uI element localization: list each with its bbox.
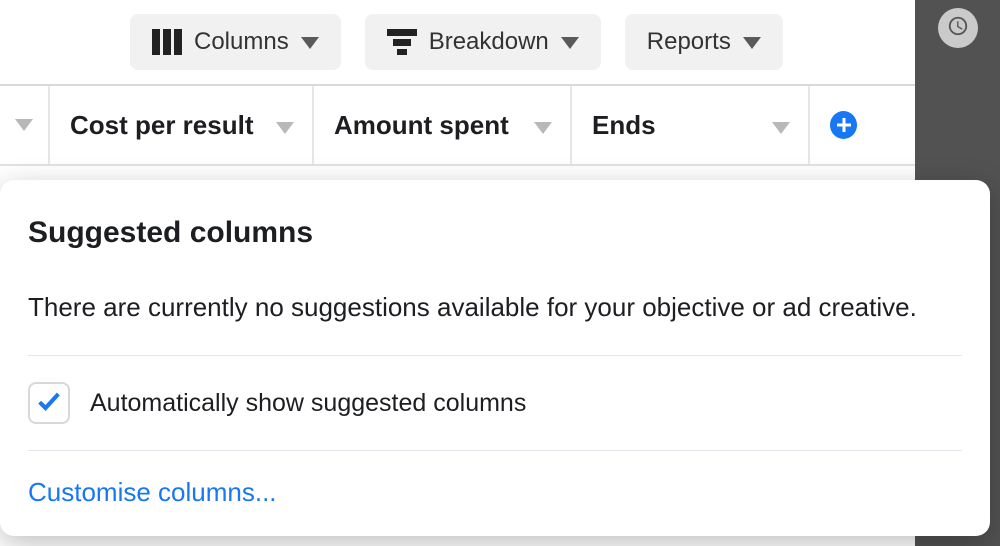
- plus-icon: [830, 111, 857, 139]
- chevron-down-icon[interactable]: [772, 110, 790, 141]
- suggested-columns-popover: Suggested columns There are currently no…: [0, 180, 990, 536]
- chevron-down-icon: [743, 28, 761, 56]
- chevron-down-icon: [561, 28, 579, 56]
- activity-history-button[interactable]: [938, 8, 978, 48]
- toolbar: Columns Breakdown Reports: [0, 0, 915, 84]
- column-cost-per-result[interactable]: Cost per result: [50, 86, 314, 164]
- popover-message: There are currently no suggestions avail…: [28, 292, 962, 356]
- columns-icon: [152, 29, 182, 55]
- columns-button[interactable]: Columns: [130, 14, 341, 70]
- column-sort-prev[interactable]: [0, 86, 50, 164]
- check-icon: [35, 387, 63, 420]
- table-header: Cost per result Amount spent Ends: [0, 84, 915, 166]
- chevron-down-icon[interactable]: [534, 110, 552, 141]
- auto-show-checkbox[interactable]: [28, 382, 70, 424]
- chevron-down-icon[interactable]: [276, 110, 294, 141]
- column-header-label: Cost per result: [70, 110, 266, 141]
- add-column-button[interactable]: [810, 86, 875, 164]
- auto-show-row: Automatically show suggested columns: [28, 356, 962, 451]
- columns-button-label: Columns: [194, 28, 289, 56]
- column-amount-spent[interactable]: Amount spent: [314, 86, 572, 164]
- reports-button[interactable]: Reports: [625, 14, 783, 70]
- customise-columns-link[interactable]: Customise columns...: [28, 451, 277, 508]
- auto-show-label: Automatically show suggested columns: [90, 389, 526, 418]
- chevron-down-icon: [301, 28, 319, 56]
- breakdown-button-label: Breakdown: [429, 28, 549, 56]
- column-header-label: Ends: [592, 110, 762, 141]
- reports-button-label: Reports: [647, 28, 731, 56]
- clock-icon: [947, 15, 969, 42]
- breakdown-icon: [387, 29, 417, 55]
- column-header-label: Amount spent: [334, 110, 524, 141]
- column-ends[interactable]: Ends: [572, 86, 810, 164]
- popover-title: Suggested columns: [28, 216, 962, 250]
- breakdown-button[interactable]: Breakdown: [365, 14, 601, 70]
